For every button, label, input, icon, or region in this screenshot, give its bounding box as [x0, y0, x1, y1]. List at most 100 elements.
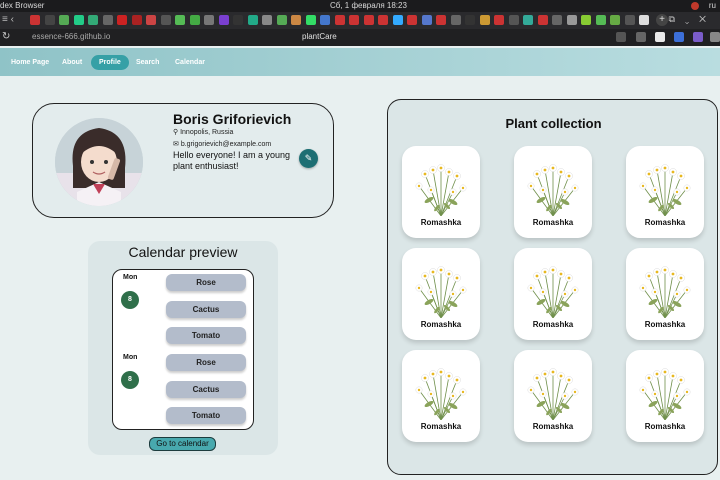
plant-name: Romashka — [644, 320, 686, 329]
date-badge: 8 — [121, 291, 139, 309]
browser-tab[interactable] — [639, 15, 649, 25]
browser-address-bar: ↻ essence-666.github.io plantCare — [0, 29, 720, 46]
plant-name: Romashka — [644, 218, 686, 227]
browser-tab[interactable] — [450, 15, 461, 25]
browser-tab[interactable] — [160, 15, 171, 25]
browser-tab-strip: ≡ ‹ + ⧉⌄✕ — [0, 12, 720, 29]
chamomile-image — [415, 266, 467, 318]
nav-calendar[interactable]: Calendar — [167, 55, 213, 70]
edit-profile-button[interactable]: ✎ — [299, 149, 318, 168]
tab-nav-arrows-icon[interactable]: ≡ ‹ — [2, 14, 14, 25]
browser-tab[interactable] — [146, 15, 156, 25]
browser-tab[interactable] — [581, 15, 591, 25]
page-title-tab: plantCare — [302, 32, 337, 41]
nav-home[interactable]: Home Page — [3, 55, 57, 70]
browser-tab[interactable] — [44, 15, 55, 25]
date-badge: 8 — [121, 371, 139, 389]
plant-name: Romashka — [420, 320, 462, 329]
go-to-calendar-button[interactable]: Go to calendar — [149, 437, 216, 451]
pencil-icon: ✎ — [304, 153, 313, 163]
browser-tab[interactable] — [407, 15, 417, 25]
os-app-name: dex Browser — [0, 1, 45, 10]
window-controls[interactable]: ⧉⌄✕ — [668, 14, 716, 25]
schedule-plant-pill[interactable]: Cactus — [166, 301, 246, 318]
plant-card[interactable]: Romashka — [402, 248, 480, 340]
schedule-plant-pill[interactable]: Cactus — [166, 381, 246, 398]
browser-tab[interactable] — [102, 15, 113, 25]
plant-name: Romashka — [644, 422, 686, 431]
chamomile-image — [527, 266, 579, 318]
shield-icon[interactable] — [655, 32, 665, 42]
browser-tab[interactable] — [610, 15, 620, 25]
chamomile-image — [639, 266, 691, 318]
browser-tab[interactable] — [349, 15, 359, 25]
browser-tab[interactable] — [88, 15, 98, 25]
browser-tab[interactable] — [334, 15, 345, 25]
plant-card[interactable]: Romashka — [514, 350, 592, 442]
chamomile-image — [527, 164, 579, 216]
browser-tab[interactable] — [291, 15, 301, 25]
profile-card: Boris Griforievich ⚲ Innopolis, Russia ✉… — [32, 103, 334, 218]
schedule-plant-pill[interactable]: Rose — [166, 354, 246, 371]
browser-tab[interactable] — [392, 15, 403, 25]
browser-tab[interactable] — [233, 15, 243, 25]
browser-tab[interactable] — [363, 15, 374, 25]
browser-tab[interactable] — [320, 15, 330, 25]
browser-tab[interactable] — [175, 15, 185, 25]
url-field[interactable]: essence-666.github.io — [32, 32, 110, 41]
browser-tab[interactable] — [59, 15, 69, 25]
browser-tab[interactable] — [479, 15, 490, 25]
browser-tab[interactable] — [30, 15, 40, 25]
browser-tab[interactable] — [566, 15, 577, 25]
browser-tab[interactable] — [117, 15, 127, 25]
browser-tab[interactable] — [624, 15, 635, 25]
nav-about[interactable]: About — [54, 55, 90, 70]
browser-tab[interactable] — [436, 15, 446, 25]
browser-tab[interactable] — [131, 15, 142, 25]
day-label: Mon — [123, 274, 138, 281]
chamomile-image — [639, 164, 691, 216]
browser-tab[interactable] — [523, 15, 533, 25]
browser-tab[interactable] — [73, 15, 84, 25]
chamomile-image — [415, 164, 467, 216]
browser-tab[interactable] — [421, 15, 432, 25]
browser-tab[interactable] — [508, 15, 519, 25]
reload-icon[interactable]: ↻ — [2, 31, 10, 42]
schedule-plant-pill[interactable]: Rose — [166, 274, 246, 291]
browser-tab[interactable] — [552, 15, 562, 25]
nav-profile[interactable]: Profile — [91, 55, 129, 70]
nav-search[interactable]: Search — [128, 55, 167, 70]
menu-icon[interactable] — [636, 32, 646, 42]
download-icon[interactable] — [710, 32, 720, 42]
plant-card[interactable]: Romashka — [402, 350, 480, 442]
browser-tab[interactable] — [247, 15, 258, 25]
browser-tab[interactable] — [189, 15, 200, 25]
browser-tab[interactable] — [537, 15, 548, 25]
plant-name: Romashka — [420, 218, 462, 227]
profile-email: b.grigorievich@example.com — [180, 141, 272, 148]
plant-card[interactable]: Romashka — [514, 146, 592, 238]
plant-card[interactable]: Romashka — [626, 146, 704, 238]
browser-tab[interactable] — [378, 15, 388, 25]
browser-tab[interactable] — [204, 15, 214, 25]
browser-tab[interactable] — [262, 15, 272, 25]
schedule-plant-pill[interactable]: Tomato — [166, 327, 246, 344]
plant-card[interactable]: Romashka — [626, 350, 704, 442]
schedule-plant-pill[interactable]: Tomato — [166, 407, 246, 424]
new-tab-button[interactable]: + — [656, 14, 668, 26]
extension-icon[interactable] — [693, 32, 703, 42]
vpn-icon[interactable] — [674, 32, 684, 42]
browser-tab[interactable] — [465, 15, 475, 25]
day-label: Mon — [123, 354, 138, 361]
browser-tab[interactable] — [305, 15, 316, 25]
locale-indicator[interactable]: ru — [709, 1, 716, 10]
browser-tab[interactable] — [276, 15, 287, 25]
plant-card[interactable]: Romashka — [402, 146, 480, 238]
plant-card[interactable]: Romashka — [626, 248, 704, 340]
browser-tab[interactable] — [595, 15, 606, 25]
chamomile-image — [527, 368, 579, 420]
browser-tab[interactable] — [218, 15, 229, 25]
bookmark-icon[interactable] — [616, 32, 626, 42]
plant-card[interactable]: Romashka — [514, 248, 592, 340]
browser-tab[interactable] — [494, 15, 504, 25]
